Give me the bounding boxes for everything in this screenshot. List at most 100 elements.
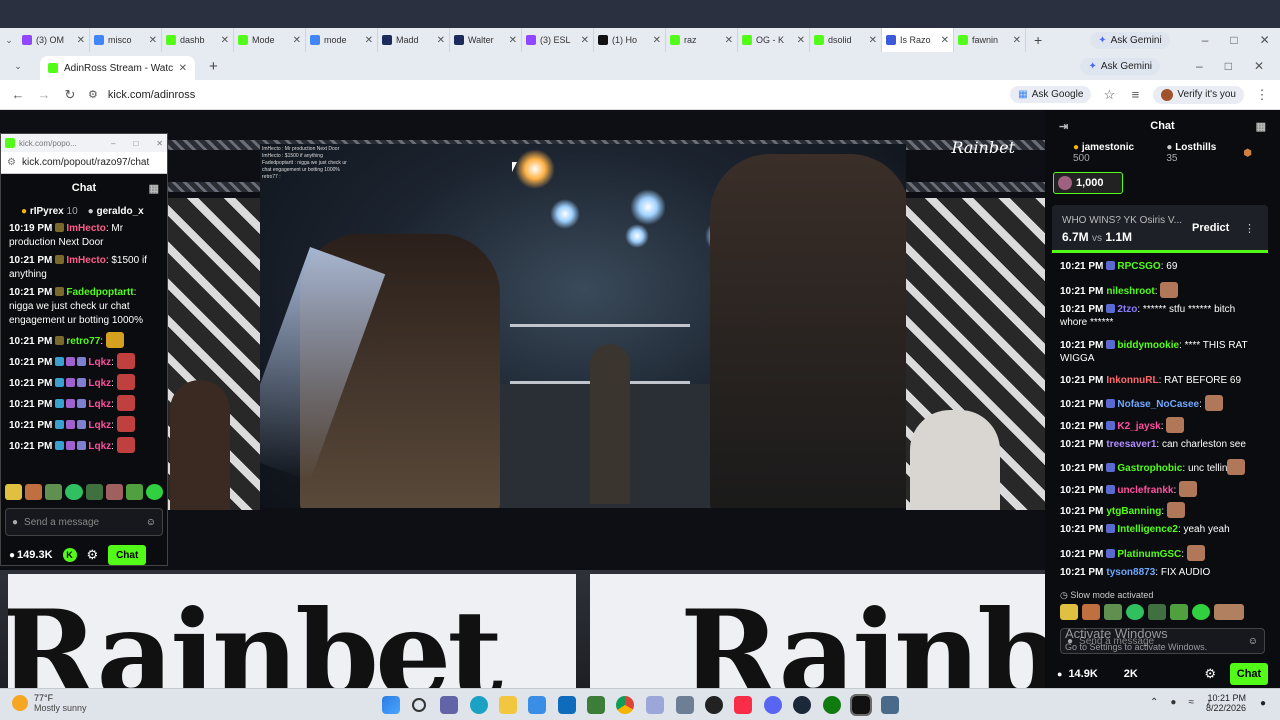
close-icon[interactable]: ✕: [1260, 33, 1270, 47]
message-username[interactable]: Fadedpoptartt: [66, 287, 133, 298]
ask-gemini-button[interactable]: ✦ Ask Gemini: [1090, 31, 1170, 49]
store-icon[interactable]: [528, 696, 546, 714]
message-username[interactable]: RPCSGO: [1117, 261, 1160, 272]
message-username[interactable]: Intelligence2: [1117, 524, 1178, 535]
url-field[interactable]: kick.com/adinross: [108, 89, 1000, 101]
app-icon[interactable]: [587, 696, 605, 714]
maximize-icon[interactable]: □: [1230, 33, 1237, 47]
message-username[interactable]: Lqkz: [88, 399, 111, 410]
emote[interactable]: [5, 484, 23, 500]
message-username[interactable]: ImHecto: [66, 255, 105, 266]
gifter-2[interactable]: ● Losthills 35: [1166, 142, 1229, 164]
tab-search-icon[interactable]: ⌄: [10, 61, 26, 72]
message-username[interactable]: Lqkz: [88, 378, 111, 389]
close-tab-icon[interactable]: ✕: [149, 35, 157, 46]
back-icon[interactable]: ←: [10, 87, 26, 102]
background-tab[interactable]: dashb ✕: [162, 28, 234, 52]
site-info-icon[interactable]: ⚙: [88, 88, 98, 101]
message-username[interactable]: InkonnuRL: [1106, 375, 1158, 386]
background-tab[interactable]: Is Razo ✕: [882, 28, 954, 52]
users-icon[interactable]: ▦: [1256, 120, 1266, 133]
discord-icon[interactable]: [764, 696, 782, 714]
close-tab-icon[interactable]: ✕: [941, 35, 949, 46]
message-username[interactable]: nileshroot: [1106, 286, 1154, 297]
background-tab[interactable]: (3) OM ✕: [18, 28, 90, 52]
close-tab-icon[interactable]: ✕: [221, 35, 229, 46]
terminal-icon[interactable]: [850, 694, 872, 716]
background-tab[interactable]: dsolid ✕: [810, 28, 882, 52]
close-tab-icon[interactable]: ✕: [581, 35, 589, 46]
emote[interactable]: [1148, 604, 1166, 620]
steam-icon[interactable]: [793, 696, 811, 714]
emote[interactable]: [105, 484, 123, 500]
collapse-chat-icon[interactable]: ⇥: [1059, 120, 1068, 133]
app-icon[interactable]: [646, 696, 664, 714]
send-message-input[interactable]: ● Send a message ☺: [1060, 628, 1265, 654]
emote[interactable]: [1170, 604, 1188, 620]
background-tab[interactable]: raz ✕: [666, 28, 738, 52]
close-tab-icon[interactable]: ✕: [77, 35, 85, 46]
close-tab-icon[interactable]: ✕: [725, 35, 733, 46]
close-tab-icon[interactable]: ✕: [179, 63, 187, 74]
forward-icon[interactable]: →: [36, 87, 52, 102]
message-username[interactable]: Lqkz: [88, 357, 111, 368]
chevron-down-icon[interactable]: ⌄: [0, 35, 18, 46]
maximize-icon[interactable]: □: [133, 139, 138, 148]
emote[interactable]: [145, 484, 163, 500]
gifter-1[interactable]: ● jamestonic 500: [1073, 142, 1152, 164]
minimize-icon[interactable]: –: [1202, 33, 1209, 47]
tab-adinross-stream[interactable]: AdinRoss Stream - Watch Live o ✕: [40, 56, 195, 80]
close-icon[interactable]: ✕: [1254, 59, 1264, 73]
emote[interactable]: [125, 484, 143, 500]
message-username[interactable]: treesaver1: [1106, 439, 1156, 450]
file-explorer-icon[interactable]: [499, 696, 517, 714]
emote[interactable]: [1082, 604, 1100, 620]
close-tab-icon[interactable]: ✕: [509, 35, 517, 46]
site-info-icon[interactable]: ⚙: [7, 157, 16, 168]
music-icon[interactable]: [734, 696, 752, 714]
chrome-icon[interactable]: [616, 696, 634, 714]
close-tab-icon[interactable]: ✕: [365, 35, 373, 46]
popout-send-message-input[interactable]: ● Send a message ☺: [5, 508, 163, 536]
app-icon[interactable]: [676, 696, 694, 714]
emoji-icon[interactable]: ☺: [1248, 636, 1258, 647]
close-icon[interactable]: ✕: [156, 139, 163, 148]
new-tab-icon[interactable]: +: [209, 58, 218, 75]
settings-gear-icon[interactable]: ⚙: [87, 547, 99, 563]
message-username[interactable]: unclefrankk: [1117, 485, 1173, 496]
popout-url[interactable]: kick.com/popout/razo97/chat: [22, 157, 149, 168]
message-username[interactable]: K2_jaysk: [1117, 421, 1160, 432]
close-tab-icon[interactable]: ✕: [653, 35, 661, 46]
gifter-2[interactable]: ● geraldo_x: [88, 206, 144, 217]
emote[interactable]: [25, 484, 43, 500]
popout-chat-button[interactable]: Chat: [108, 545, 147, 565]
message-username[interactable]: tyson8873: [1106, 567, 1155, 578]
app-icon[interactable]: [705, 696, 723, 714]
search-icon[interactable]: [412, 698, 426, 712]
emote[interactable]: [1060, 604, 1078, 620]
teams-icon[interactable]: [440, 696, 458, 714]
predict-button[interactable]: Predict: [1192, 222, 1229, 234]
prediction-widget[interactable]: WHO WINS? YK Osiris V... 6.7M vs 1.1M Pr…: [1052, 205, 1268, 253]
message-username[interactable]: Lqkz: [88, 441, 111, 452]
emote[interactable]: [1214, 604, 1244, 620]
minimize-icon[interactable]: –: [111, 139, 115, 148]
emote[interactable]: [65, 484, 83, 500]
clock[interactable]: 10:21 PM 8/22/2026: [1200, 693, 1246, 713]
close-tab-icon[interactable]: ✕: [1013, 35, 1021, 46]
background-tab[interactable]: (3) ESL ✕: [522, 28, 594, 52]
background-tab[interactable]: Walter ✕: [450, 28, 522, 52]
background-tab[interactable]: mode ✕: [306, 28, 378, 52]
reload-icon[interactable]: ↻: [62, 87, 78, 103]
outlook-icon[interactable]: [558, 696, 576, 714]
message-username[interactable]: Gastrophobic: [1117, 463, 1182, 474]
app-icon[interactable]: [881, 696, 899, 714]
settings-gear-icon[interactable]: ⚙: [1204, 666, 1216, 682]
xbox-icon[interactable]: [823, 696, 841, 714]
background-tab[interactable]: OG - K ✕: [738, 28, 810, 52]
emote[interactable]: [1104, 604, 1122, 620]
weather-widget[interactable]: 77°F Mostly sunny: [12, 693, 87, 713]
emote[interactable]: [85, 484, 103, 500]
message-username[interactable]: PlatinumGSC: [1117, 549, 1181, 560]
message-username[interactable]: ImHecto: [66, 223, 105, 234]
